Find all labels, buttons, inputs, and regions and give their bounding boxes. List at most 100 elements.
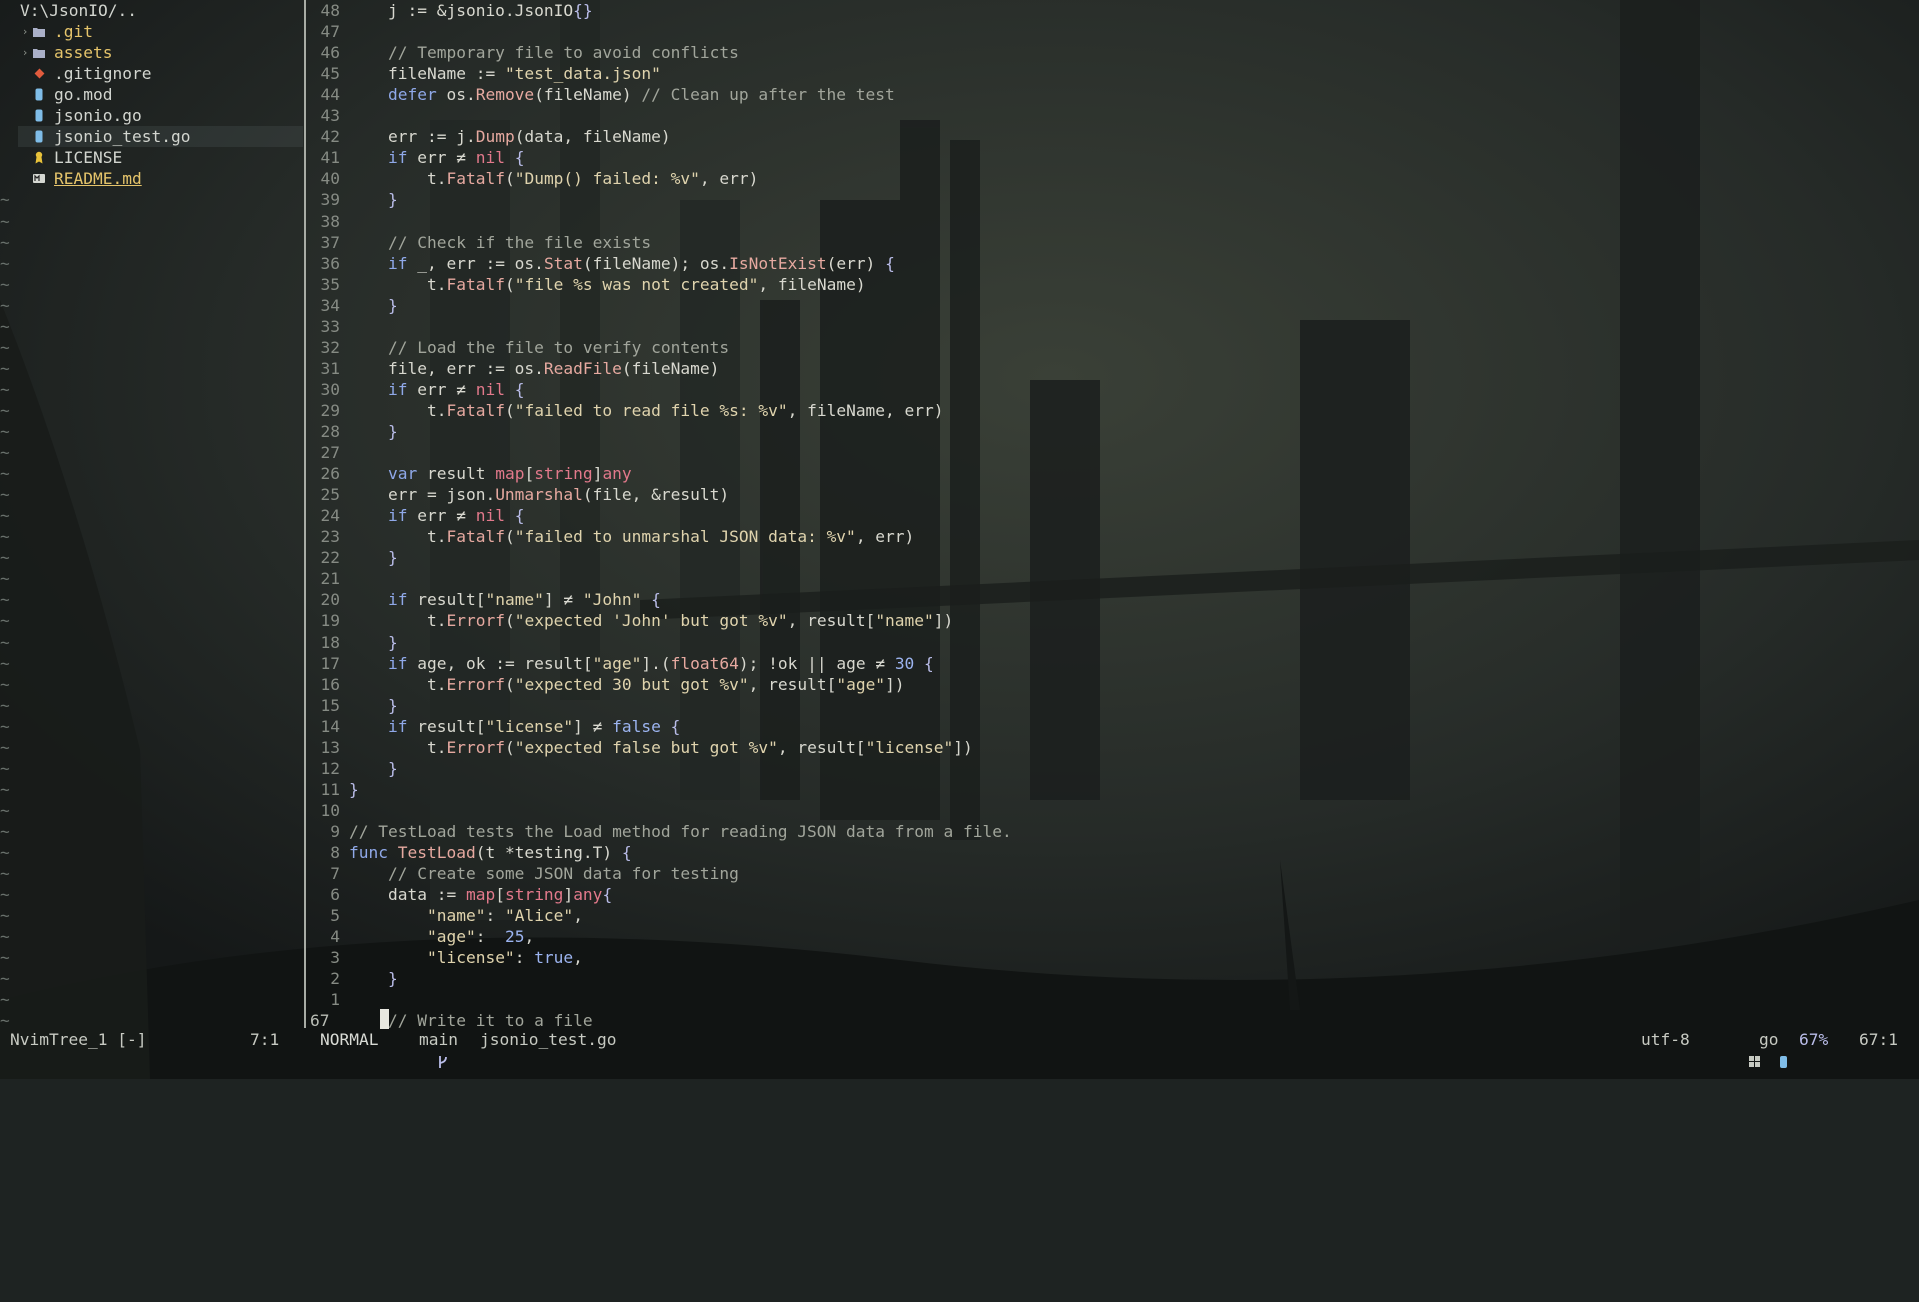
code-line[interactable]: } [349,295,398,316]
code-token: // Clean up after the test [641,85,895,104]
code-line[interactable]: // Create some JSON data for testing [349,863,739,884]
code-line[interactable]: err = json.Unmarshal(file, &result) [349,484,729,505]
code-line[interactable]: t.Fatalf("failed to read file %s: %v", f… [349,400,944,421]
code-token: { [914,654,934,673]
code-line[interactable]: t.Errorf("expected 30 but got %v", resul… [349,674,905,695]
code-token: t. [349,675,447,694]
empty-line-marker: ~ [0,1011,10,1030]
code-line[interactable]: } [349,758,398,779]
code-token: fileName := [349,64,505,83]
code-line[interactable]: } [349,695,398,716]
code-token: ( [504,611,515,630]
code-token: : [475,927,505,946]
code-line[interactable]: if _, err := os.Stat(fileName); os.IsNot… [349,253,895,274]
scroll-percent: 67% [1799,1030,1829,1049]
code-line[interactable]: defer os.Remove(fileName) // Clean up af… [349,84,895,105]
code-line[interactable]: if err ≠ nil { [349,379,524,400]
code-line[interactable]: if age, ok := result["age"].(float64); !… [349,653,934,674]
empty-line-marker: ~ [0,590,10,609]
tree-item-label: go.mod [54,85,113,104]
line-number: 40 [320,169,341,188]
code-line[interactable]: "age": 25, [349,926,534,947]
line-number: 16 [320,675,341,694]
code-line[interactable]: j := &jsonio.JsonIO{} [349,0,593,21]
line-number: 42 [320,127,341,146]
code-line[interactable]: } [349,632,398,653]
empty-line-marker: ~ [0,443,10,462]
code-line[interactable]: if result["license"] ≠ false { [349,716,680,737]
code-token: "age" [426,927,476,946]
code-token: } [349,780,359,799]
markdown-icon [32,168,46,189]
tree-item-git[interactable]: › .git [18,21,303,42]
empty-line-marker: ~ [0,990,10,1009]
code-token: if [387,590,408,609]
tree-item-jsonio-test-go[interactable]: jsonio_test.go [18,126,303,147]
code-token: "license" [485,717,574,736]
chevron-right-icon[interactable]: › [18,21,32,42]
empty-line-marker: ~ [0,906,10,925]
code-token: t. [349,611,447,630]
chevron-right-icon[interactable]: › [18,42,32,63]
line-number: 43 [320,106,341,125]
code-line[interactable]: } [349,547,398,568]
code-line[interactable]: // Check if the file exists [349,232,651,253]
code-line[interactable]: t.Errorf("expected false but got %v", re… [349,737,973,758]
code-token: ] [592,464,603,483]
code-line[interactable]: fileName := "test_data.json" [349,63,661,84]
code-line[interactable]: var result map[string]any [349,463,632,484]
empty-line-marker: ~ [0,464,10,483]
tree-item-gitignore[interactable]: .gitignore [18,63,303,84]
code-line[interactable]: data := map[string]any{ [349,884,612,905]
code-line[interactable]: } [349,421,398,442]
line-number: 22 [320,548,341,567]
code-line[interactable]: t.Fatalf("failed to unmarshal JSON data:… [349,526,914,547]
code-line[interactable]: t.Fatalf("Dump() failed: %v", err) [349,168,758,189]
code-line[interactable]: file, err := os.ReadFile(fileName) [349,358,719,379]
code-token: data := [349,885,466,904]
code-line[interactable]: } [349,779,359,800]
code-token: Errorf [446,611,505,630]
filetype-label: go [1759,1030,1779,1049]
code-token: [ [524,464,535,483]
line-number: 15 [320,696,341,715]
code-line[interactable]: } [349,189,398,210]
code-line[interactable]: t.Errorf("expected 'John' but got %v", r… [349,610,953,631]
code-editor[interactable]: 48 j := &jsonio.JsonIO{} 47 46 // Temporar… [306,0,1919,1030]
line-number: 33 [320,317,341,336]
code-line[interactable]: t.Fatalf("file %s was not created", file… [349,274,866,295]
code-token: "license" [426,948,515,967]
code-token: 25 [504,927,525,946]
code-token: Unmarshal [495,485,583,504]
code-line[interactable]: "license": true, [349,947,583,968]
code-line[interactable]: if result["name"] ≠ "John" { [349,589,661,610]
empty-line-marker: ~ [0,801,10,820]
code-line[interactable]: if err ≠ nil { [349,505,524,526]
tree-root-path: V:\JsonIO/.. [20,1,137,20]
code-token: defer [387,85,437,104]
code-line[interactable]: if err ≠ nil { [349,147,524,168]
tree-item-license[interactable]: LICENSE [18,147,303,168]
code-token: err = json. [349,485,496,504]
code-line[interactable]: func TestLoad(t *testing.T) { [349,842,632,863]
tree-item-assets[interactable]: › assets [18,42,303,63]
code-line[interactable]: err := j.Dump(data, fileName) [349,126,671,147]
code-line[interactable]: } [349,968,398,989]
code-line[interactable]: "name": "Alice", [349,905,583,926]
code-token: _, err := os. [407,254,544,273]
code-line[interactable]: // Load the file to verify contents [349,337,729,358]
code-line[interactable]: // TestLoad tests the Load method for re… [349,821,1012,842]
code-token: if [387,717,408,736]
code-line[interactable]: // Temporary file to avoid conflicts [349,42,739,63]
code-token: { [885,254,895,273]
empty-line-marker: ~ [0,969,10,988]
code-token: , err) [699,169,759,188]
tree-item-readme-md[interactable]: README.md [18,168,303,189]
tree-item-go-mod[interactable]: go.mod [18,84,303,105]
code-token: err ≠ [407,148,476,167]
empty-line-marker: ~ [0,548,10,567]
tree-item-jsonio-go[interactable]: jsonio.go [18,105,303,126]
empty-line-marker: ~ [0,569,10,588]
code-token: (fileName) [534,85,642,104]
